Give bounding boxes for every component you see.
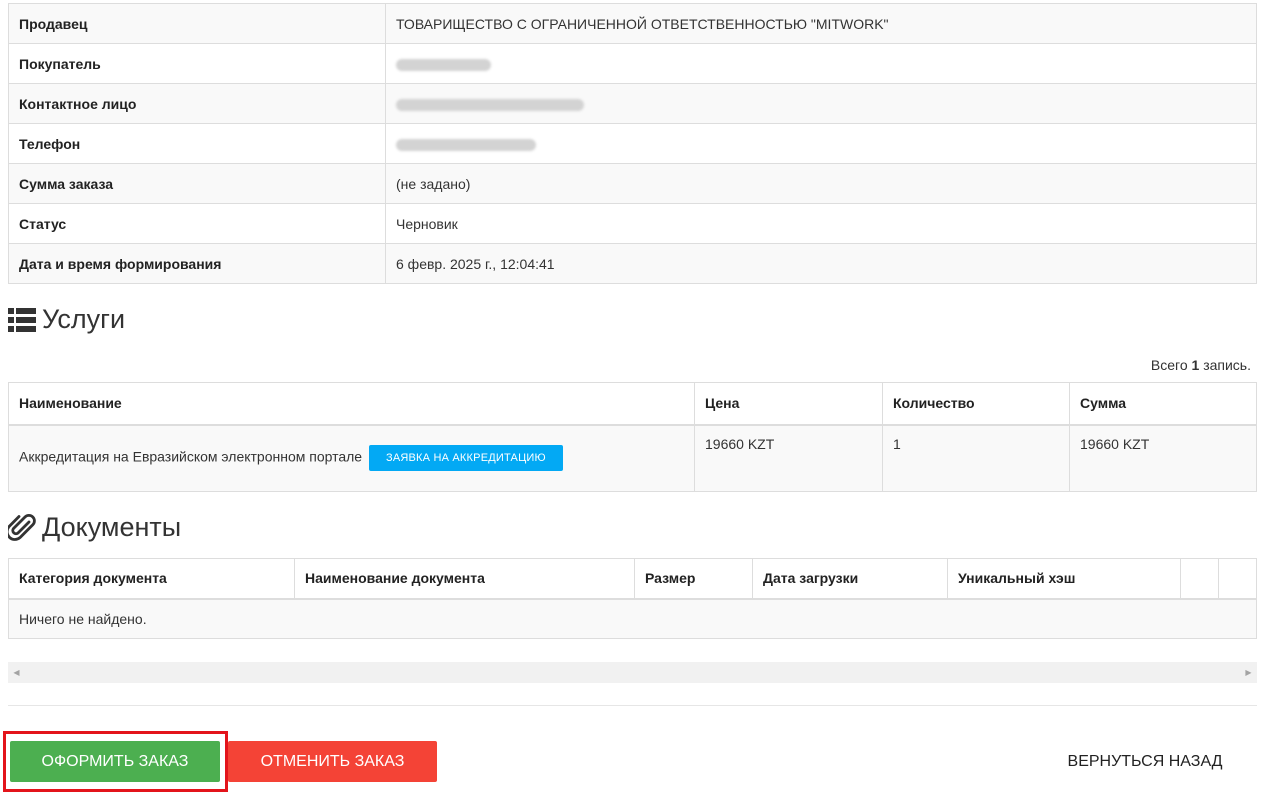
order-details-table: Продавец ТОВАРИЩЕСТВО С ОГРАНИЧЕННОЙ ОТВ…	[8, 3, 1257, 284]
services-header-row: Наименование Цена Количество Сумма	[8, 382, 1257, 426]
column-header-sum[interactable]: Сумма	[1069, 382, 1257, 426]
list-icon	[8, 307, 36, 332]
summary-prefix: Всего	[1150, 357, 1188, 373]
accreditation-request-button[interactable]: Заявка на аккредитацию	[369, 445, 563, 472]
scroll-left-arrow-icon[interactable]: ◀	[8, 662, 25, 683]
column-header-size[interactable]: Размер	[634, 558, 753, 600]
column-header-hash[interactable]: Уникальный хэш	[947, 558, 1181, 600]
column-header-price[interactable]: Цена	[694, 382, 883, 426]
detail-value: Черновик	[385, 203, 1257, 244]
redacted-value	[396, 58, 491, 71]
service-sum: 19660 KZT	[1069, 424, 1257, 492]
detail-label: Покупатель	[8, 43, 386, 84]
service-name: Аккредитация на Евразийском электронном …	[19, 448, 363, 465]
summary-count: 1	[1191, 357, 1200, 373]
detail-label: Статус	[8, 203, 386, 244]
services-table: Наименование Цена Количество Сумма Аккре…	[8, 382, 1257, 492]
column-header-upload-date[interactable]: Дата загрузки	[752, 558, 948, 600]
column-header-category[interactable]: Категория документа	[8, 558, 295, 600]
detail-value	[385, 43, 1257, 84]
detail-row-total: Сумма заказа (не задано)	[8, 163, 1257, 204]
detail-value: (не задано)	[385, 163, 1257, 204]
detail-value	[385, 83, 1257, 124]
column-header-action-1	[1180, 558, 1219, 600]
service-quantity: 1	[882, 424, 1070, 492]
summary-suffix: запись.	[1203, 357, 1251, 373]
services-summary: Всего 1 запись.	[1151, 357, 1251, 373]
detail-label: Телефон	[8, 123, 386, 164]
table-row: Аккредитация на Евразийском электронном …	[8, 424, 1257, 492]
documents-table: Категория документа Наименование докумен…	[8, 558, 1257, 639]
table-row: Ничего не найдено.	[8, 598, 1257, 639]
services-title: Услуги	[42, 304, 126, 334]
cancel-order-button[interactable]: Отменить заказ	[228, 741, 437, 782]
documents-heading: Документы	[8, 512, 181, 543]
service-name-cell: Аккредитация на Евразийском электронном …	[8, 424, 695, 492]
detail-value: 6 февр. 2025 г., 12:04:41	[385, 243, 1257, 284]
empty-message: Ничего не найдено.	[8, 598, 1257, 639]
service-price: 19660 KZT	[694, 424, 883, 492]
horizontal-scrollbar[interactable]: ◀ ▶	[8, 662, 1257, 683]
detail-row-phone: Телефон	[8, 123, 1257, 164]
submit-order-button[interactable]: Оформить заказ	[10, 741, 220, 782]
services-heading: Услуги	[8, 304, 125, 335]
detail-row-contact: Контактное лицо	[8, 83, 1257, 124]
detail-value	[385, 123, 1257, 164]
redacted-value	[396, 98, 584, 111]
scroll-right-arrow-icon[interactable]: ▶	[1240, 662, 1257, 683]
detail-label: Продавец	[8, 3, 386, 44]
detail-label: Контактное лицо	[8, 83, 386, 124]
detail-row-created: Дата и время формирования 6 февр. 2025 г…	[8, 243, 1257, 284]
column-header-name[interactable]: Наименование	[8, 382, 695, 426]
paperclip-icon	[8, 513, 36, 541]
column-header-quantity[interactable]: Количество	[882, 382, 1070, 426]
column-header-action-2	[1218, 558, 1257, 600]
detail-value: ТОВАРИЩЕСТВО С ОГРАНИЧЕННОЙ ОТВЕТСТВЕННО…	[385, 3, 1257, 44]
column-header-doc-name[interactable]: Наименование документа	[294, 558, 635, 600]
detail-row-buyer: Покупатель	[8, 43, 1257, 84]
documents-title: Документы	[42, 512, 182, 542]
documents-header-row: Категория документа Наименование докумен…	[8, 558, 1257, 600]
detail-label: Дата и время формирования	[8, 243, 386, 284]
detail-row-status: Статус Черновик	[8, 203, 1257, 244]
detail-row-seller: Продавец ТОВАРИЩЕСТВО С ОГРАНИЧЕННОЙ ОТВ…	[8, 3, 1257, 44]
redacted-value	[396, 138, 536, 151]
divider	[8, 705, 1257, 706]
detail-label: Сумма заказа	[8, 163, 386, 204]
back-button[interactable]: Вернуться назад	[1047, 741, 1243, 782]
